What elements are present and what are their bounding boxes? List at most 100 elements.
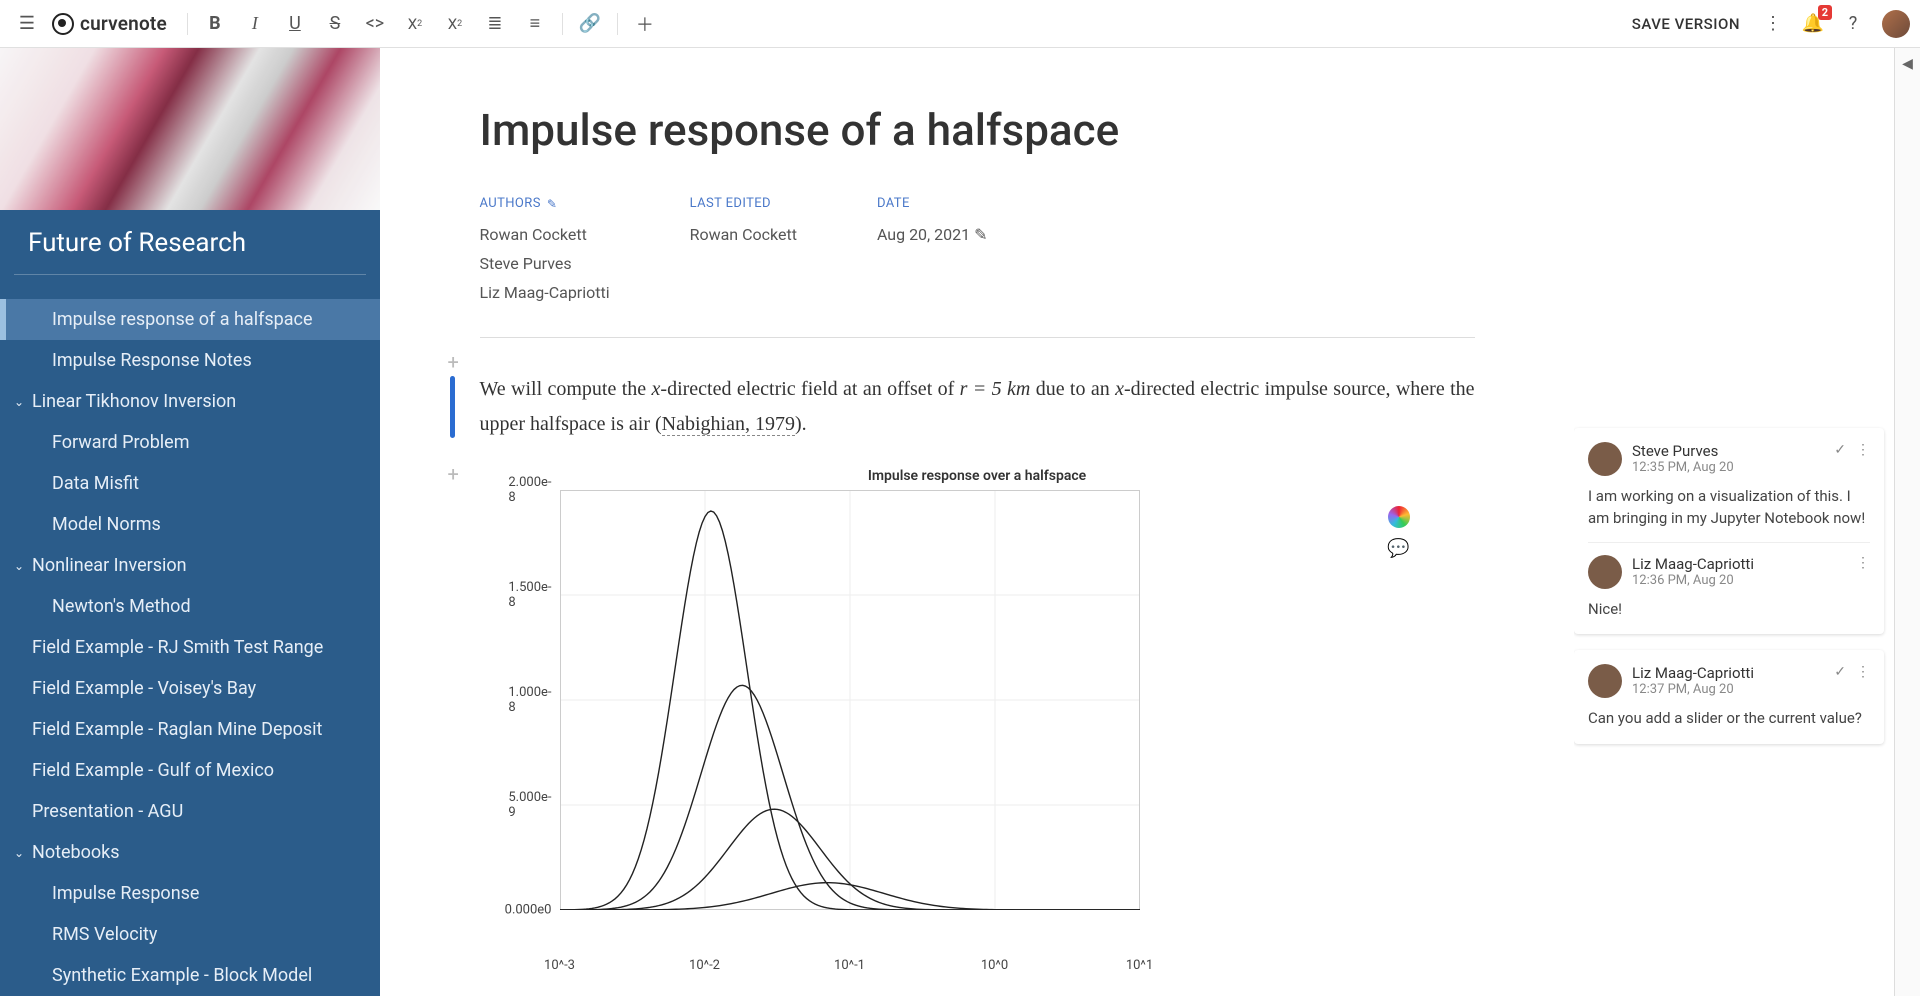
add-block-handle[interactable]: + <box>448 350 459 374</box>
sidebar-item-label: Impulse response of a halfspace <box>52 306 313 333</box>
sidebar: Future of Research Impulse response of a… <box>0 48 380 996</box>
comment-time: 12:35 PM, Aug 20 <box>1632 460 1824 475</box>
comment-avatar <box>1588 664 1622 698</box>
page-title[interactable]: Impulse response of a halfspace <box>480 104 1475 156</box>
menu-icon[interactable]: ☰ <box>10 7 44 41</box>
project-title: Future of Research <box>14 210 366 275</box>
italic-button[interactable]: I <box>238 7 272 41</box>
brand-text: curvenote <box>80 12 167 35</box>
logo-icon <box>52 13 74 35</box>
date-label: DATE <box>877 196 988 211</box>
sidebar-item-label: Nonlinear Inversion <box>32 552 187 579</box>
comments-panel: Steve Purves12:35 PM, Aug 20✓⋮I am worki… <box>1574 48 1894 996</box>
date-value: Aug 20, 2021 ✎ <box>877 221 988 250</box>
sidebar-item[interactable]: Model Norms <box>0 504 380 545</box>
sidebar-item[interactable]: Impulse Response Notes <box>0 340 380 381</box>
sidebar-item[interactable]: ⌄Linear Tikhonov Inversion <box>0 381 380 422</box>
sidebar-item[interactable]: Impulse Response <box>0 873 380 914</box>
sidebar-item-label: Impulse Response <box>52 880 199 907</box>
comment-card[interactable]: Liz Maag-Capriotti12:37 PM, Aug 20✓⋮Can … <box>1574 650 1884 744</box>
code-button[interactable]: <> <box>358 7 392 41</box>
notifications-button[interactable]: 🔔 2 <box>1796 7 1830 41</box>
add-block-handle[interactable]: + <box>448 462 459 486</box>
chevron-down-icon: ⌄ <box>14 844 28 862</box>
comment-body: Nice! <box>1588 599 1870 621</box>
sidebar-item[interactable]: Field Example - Raglan Mine Deposit <box>0 709 380 750</box>
sidebar-item-label: Synthetic Example - Block Model <box>52 962 312 989</box>
sidebar-item-label: Field Example - Voisey's Bay <box>32 675 256 702</box>
bullet-list-button[interactable]: ≣ <box>478 7 512 41</box>
sidebar-item[interactable]: ⌄Notebooks <box>0 832 380 873</box>
sidebar-item[interactable]: Field Example - RJ Smith Test Range <box>0 627 380 668</box>
comment-time: 12:36 PM, Aug 20 <box>1632 573 1846 588</box>
more-icon[interactable]: ⋮ <box>1856 555 1870 571</box>
sidebar-item-label: Field Example - Raglan Mine Deposit <box>32 716 322 743</box>
bold-button[interactable]: B <box>198 7 232 41</box>
sidebar-item-label: Presentation - AGU <box>32 798 183 825</box>
subscript-button[interactable]: X2 <box>398 7 432 41</box>
comment-author: Steve Purves <box>1632 442 1824 460</box>
comment-icon[interactable]: 💬 <box>1387 538 1409 559</box>
underline-button[interactable]: U <box>278 7 312 41</box>
metadata-row: AUTHORS✎ Rowan CockettSteve PurvesLiz Ma… <box>480 196 1475 338</box>
authors-list: Rowan CockettSteve PurvesLiz Maag-Caprio… <box>480 221 610 307</box>
chart-title: Impulse response over a halfspace <box>480 468 1475 484</box>
chart-block[interactable]: + ▭ ▭ ∿ Impulse response over a halfspac… <box>480 468 1475 950</box>
edit-icon[interactable]: ✎ <box>974 225 987 244</box>
comment-avatar <box>1588 555 1622 589</box>
sidebar-item-label: Field Example - Gulf of Mexico <box>32 757 274 784</box>
comment-avatar <box>1588 442 1622 476</box>
superscript-button[interactable]: X2 <box>438 7 472 41</box>
x-tick-label: 10^0 <box>981 950 1008 973</box>
sidebar-nav: Impulse response of a halfspace Impulse R… <box>0 275 380 996</box>
authors-label: AUTHORS✎ <box>480 196 610 211</box>
active-block-indicator <box>450 376 455 438</box>
sidebar-item[interactable]: Presentation - AGU <box>0 791 380 832</box>
sidebar-item[interactable]: Newton's Method <box>0 586 380 627</box>
author-name: Steve Purves <box>480 250 610 279</box>
comment-author: Liz Maag-Capriotti <box>1632 555 1846 573</box>
sidebar-item-label: Model Norms <box>52 511 161 538</box>
help-button[interactable]: ? <box>1836 7 1870 41</box>
save-version-button[interactable]: SAVE VERSION <box>1622 15 1750 33</box>
sidebar-item[interactable]: ⌄Nonlinear Inversion <box>0 545 380 586</box>
more-icon[interactable]: ⋮ <box>1856 664 1870 680</box>
sidebar-item[interactable]: Field Example - Gulf of Mexico <box>0 750 380 791</box>
numbered-list-button[interactable]: ≡ <box>518 7 552 41</box>
chart-plot[interactable]: 💬 0.000e05.000e-91.000e-81.500e-82.000e-… <box>560 490 1140 950</box>
sidebar-item[interactable]: Data Misfit <box>0 463 380 504</box>
brand[interactable]: curvenote <box>52 12 167 35</box>
x-tick-label: 10^-2 <box>689 950 720 973</box>
more-icon[interactable]: ⋮ <box>1756 7 1790 41</box>
sidebar-item[interactable]: Field Example - Voisey's Bay <box>0 668 380 709</box>
sidebar-item[interactable]: Impulse response of a halfspace <box>0 299 380 340</box>
chevron-down-icon: ⌄ <box>14 557 28 575</box>
comment-author: Liz Maag-Capriotti <box>1632 664 1824 682</box>
edit-icon[interactable]: ✎ <box>547 197 557 211</box>
paragraph-text[interactable]: We will compute the x-directed electric … <box>480 372 1475 442</box>
sidebar-item-label: Data Misfit <box>52 470 139 497</box>
resolve-icon[interactable]: ✓ <box>1834 664 1846 680</box>
last-edited-label: LAST EDITED <box>690 196 797 211</box>
citation-link[interactable]: Nabighian, 1979 <box>662 413 795 436</box>
strike-button[interactable]: S <box>318 7 352 41</box>
comment-card[interactable]: Steve Purves12:35 PM, Aug 20✓⋮I am worki… <box>1574 428 1884 634</box>
chevron-down-icon: ⌄ <box>14 393 28 411</box>
separator <box>562 13 563 35</box>
sidebar-item[interactable]: RMS Velocity <box>0 914 380 955</box>
more-icon[interactable]: ⋮ <box>1856 442 1870 458</box>
panel-collapse-strip: ◀ <box>1894 48 1920 996</box>
user-avatar[interactable] <box>1882 10 1910 38</box>
resolve-icon[interactable]: ✓ <box>1834 442 1846 458</box>
add-button[interactable]: ＋ <box>628 7 662 41</box>
last-edited-by: Rowan Cockett <box>690 221 797 250</box>
sidebar-item-label: Linear Tikhonov Inversion <box>32 388 236 415</box>
collapse-panel-button[interactable]: ◀ <box>1902 56 1913 72</box>
sidebar-item[interactable]: Synthetic Example - Block Model <box>0 955 380 996</box>
separator <box>187 13 188 35</box>
author-name: Liz Maag-Capriotti <box>480 279 610 308</box>
paragraph-block[interactable]: + ▭ ▭ ∿∿ ⋮ We will compute the x-directe… <box>480 372 1475 442</box>
sidebar-item[interactable]: Forward Problem <box>0 422 380 463</box>
link-button[interactable]: 🔗 <box>573 7 607 41</box>
bokeh-logo-icon[interactable] <box>1388 506 1410 528</box>
